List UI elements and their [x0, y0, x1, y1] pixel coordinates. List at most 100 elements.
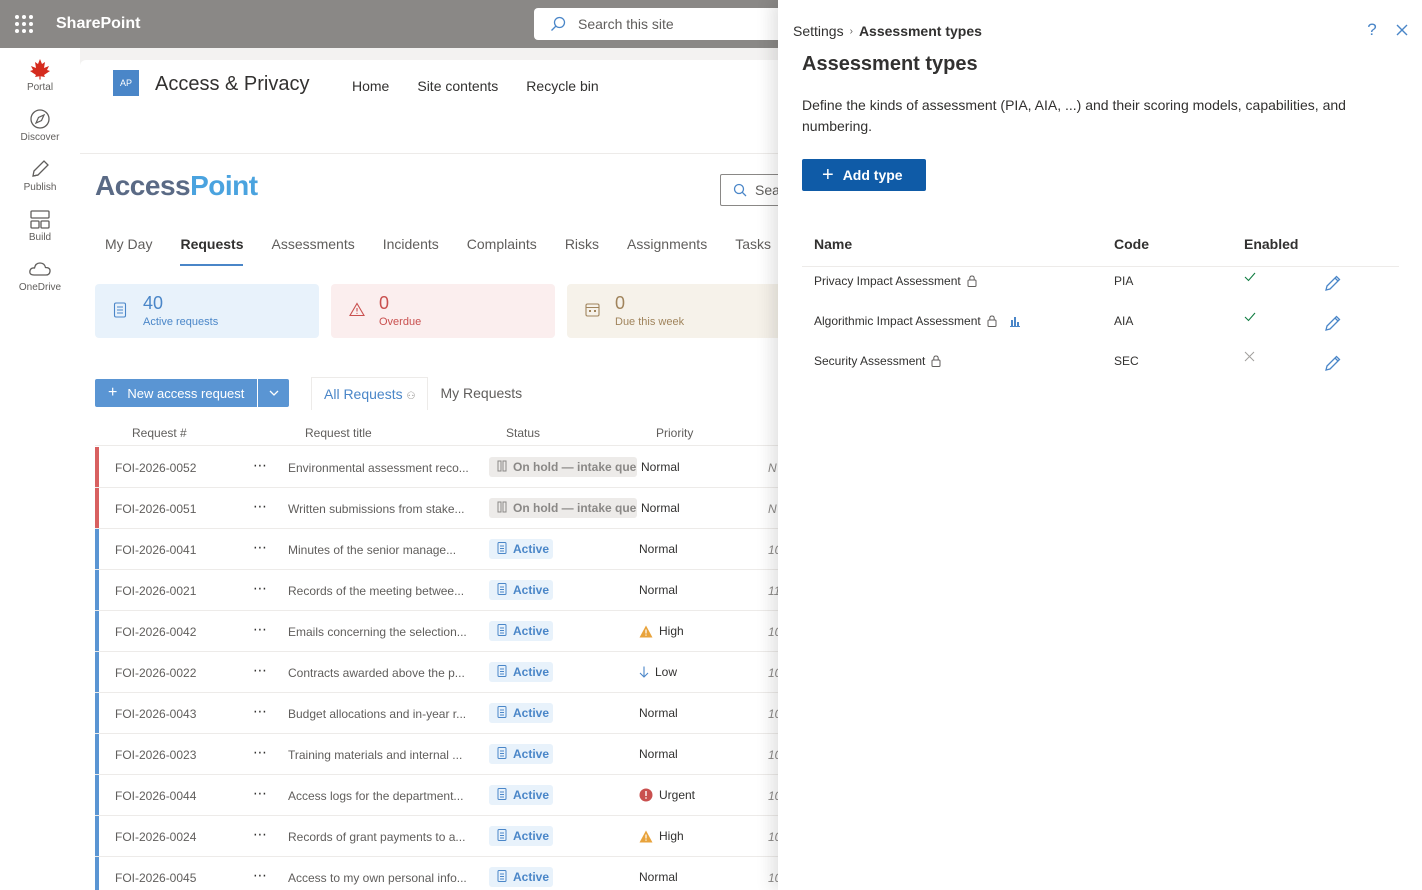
table-row[interactable]: FOI-2026-0023 ⋯ Training materials and int…	[95, 734, 780, 775]
help-button[interactable]: ?	[1362, 18, 1382, 42]
tab-complaints[interactable]: Complaints	[467, 236, 537, 266]
table-row[interactable]: FOI-2026-0024 ⋯ Records of grant payments …	[95, 816, 780, 857]
stat-card-overdue[interactable]: 0 Overdue	[331, 284, 555, 338]
bar-chart-icon	[1009, 316, 1020, 327]
row-status-bar	[95, 693, 99, 733]
table-row[interactable]: FOI-2026-0041 ⋯ Minutes of the senior mana…	[95, 529, 780, 570]
request-title[interactable]: Training materials and internal ...	[288, 748, 480, 762]
request-number[interactable]: FOI-2026-0044	[115, 789, 196, 803]
request-title[interactable]: Written submissions from stake...	[288, 502, 480, 516]
view-my-requests[interactable]: My Requests	[428, 377, 534, 410]
more-actions-button[interactable]: ⋯	[253, 498, 268, 515]
request-number[interactable]: FOI-2026-0041	[115, 543, 196, 557]
accesspoint-logo: AccessPoint	[95, 170, 258, 202]
request-title[interactable]: Environmental assessment reco...	[288, 461, 480, 475]
request-number[interactable]: FOI-2026-0022	[115, 666, 196, 680]
suite-brand[interactable]: SharePoint	[56, 15, 140, 33]
appbar-discover[interactable]: Discover	[0, 98, 80, 148]
priority: High	[639, 829, 684, 843]
request-title[interactable]: Records of grant payments to a...	[288, 830, 480, 844]
new-access-request-button[interactable]: + New access request	[95, 379, 258, 407]
row-status-bar	[95, 529, 99, 569]
app-search-input[interactable]: Sea	[720, 174, 780, 206]
more-actions-button[interactable]: ⋯	[253, 539, 268, 556]
request-number[interactable]: FOI-2026-0021	[115, 584, 196, 598]
tab-assignments[interactable]: Assignments	[627, 236, 707, 266]
add-type-button[interactable]: + Add type	[802, 159, 926, 191]
status-badge: Active	[489, 703, 553, 723]
plus-icon: +	[822, 164, 834, 186]
status-badge: Active	[489, 580, 553, 600]
cross-icon	[1244, 351, 1255, 362]
site-nav: Home Site contents Recycle bin	[352, 78, 599, 94]
stat-card-due-week[interactable]: 0 Due this week	[567, 284, 780, 338]
more-actions-button[interactable]: ⋯	[253, 785, 268, 802]
more-actions-button[interactable]: ⋯	[253, 621, 268, 638]
request-number[interactable]: FOI-2026-0051	[115, 502, 196, 516]
table-row[interactable]: FOI-2026-0045 ⋯ Access to my own personal …	[95, 857, 780, 890]
row-status-bar	[95, 488, 99, 528]
request-title[interactable]: Records of the meeting betwee...	[288, 584, 480, 598]
table-row[interactable]: FOI-2026-0043 ⋯ Budget allocations and in-…	[95, 693, 780, 734]
table-row[interactable]: FOI-2026-0052 ⋯ Environmental assessment r…	[95, 447, 780, 488]
request-title[interactable]: Access logs for the department...	[288, 789, 480, 803]
request-title[interactable]: Minutes of the senior manage...	[288, 543, 480, 557]
column-header-request-number[interactable]: Request #	[132, 426, 187, 440]
edit-type-button[interactable]	[1324, 275, 1341, 295]
app-launcher-button[interactable]	[0, 0, 48, 48]
status-badge: Active	[489, 785, 553, 805]
site-title[interactable]: Access & Privacy	[155, 73, 309, 96]
table-row[interactable]: FOI-2026-0044 ⋯ Access logs for the depart…	[95, 775, 780, 816]
request-number[interactable]: FOI-2026-0052	[115, 461, 196, 475]
column-header-priority[interactable]: Priority	[656, 426, 693, 440]
appbar-portal[interactable]: Portal	[0, 48, 80, 98]
table-row[interactable]: FOI-2026-0021 ⋯ Records of the meeting bet…	[95, 570, 780, 611]
close-button[interactable]	[1392, 18, 1412, 42]
more-actions-button[interactable]: ⋯	[253, 457, 268, 474]
edit-type-button[interactable]	[1324, 315, 1341, 335]
request-number[interactable]: FOI-2026-0024	[115, 830, 196, 844]
column-header-status[interactable]: Status	[506, 426, 540, 440]
table-row[interactable]: FOI-2026-0022 ⋯ Contracts awarded above th…	[95, 652, 780, 693]
tab-incidents[interactable]: Incidents	[383, 236, 439, 266]
view-all-requests[interactable]: All Requests ⚇	[311, 377, 429, 410]
request-title[interactable]: Budget allocations and in-year r...	[288, 707, 480, 721]
request-number[interactable]: FOI-2026-0023	[115, 748, 196, 762]
request-title[interactable]: Access to my own personal info...	[288, 871, 480, 885]
cloud-icon	[29, 262, 51, 276]
stat-card-active[interactable]: 40 Active requests	[95, 284, 319, 338]
site-nav-recycle-bin[interactable]: Recycle bin	[526, 78, 598, 94]
tab-my-day[interactable]: My Day	[105, 236, 152, 266]
tab-tasks[interactable]: Tasks	[735, 236, 771, 266]
site-logo[interactable]: AP	[113, 70, 139, 96]
tab-requests[interactable]: Requests	[180, 236, 244, 266]
request-number[interactable]: FOI-2026-0043	[115, 707, 196, 721]
breadcrumb-settings[interactable]: Settings	[793, 23, 844, 39]
edit-type-button[interactable]	[1324, 355, 1341, 375]
new-access-request-split-button: + New access request	[95, 379, 290, 407]
more-actions-button[interactable]: ⋯	[253, 703, 268, 720]
request-number[interactable]: FOI-2026-0045	[115, 871, 196, 885]
more-actions-button[interactable]: ⋯	[253, 662, 268, 679]
more-actions-button[interactable]: ⋯	[253, 744, 268, 761]
more-actions-button[interactable]: ⋯	[253, 580, 268, 597]
request-number[interactable]: FOI-2026-0042	[115, 625, 196, 639]
status-label: Active	[513, 788, 550, 802]
more-actions-button[interactable]: ⋯	[253, 826, 268, 843]
new-request-dropdown-button[interactable]	[257, 379, 290, 407]
site-nav-home[interactable]: Home	[352, 78, 389, 94]
table-row[interactable]: FOI-2026-0051 ⋯ Written submissions from s…	[95, 488, 780, 529]
site-nav-site-contents[interactable]: Site contents	[417, 78, 498, 94]
appbar-build[interactable]: Build	[0, 198, 80, 248]
column-header-request-title[interactable]: Request title	[305, 426, 372, 440]
request-title[interactable]: Contracts awarded above the p...	[288, 666, 480, 680]
tab-risks[interactable]: Risks	[565, 236, 599, 266]
appbar-publish[interactable]: Publish	[0, 148, 80, 198]
tab-assessments[interactable]: Assessments	[271, 236, 354, 266]
request-title[interactable]: Emails concerning the selection...	[288, 625, 480, 639]
status-badge: Active	[489, 662, 553, 682]
more-actions-button[interactable]: ⋯	[253, 867, 268, 884]
checkmark-icon	[1244, 272, 1256, 282]
appbar-onedrive[interactable]: OneDrive	[0, 248, 80, 298]
table-row[interactable]: FOI-2026-0042 ⋯ Emails concerning the sele…	[95, 611, 780, 652]
